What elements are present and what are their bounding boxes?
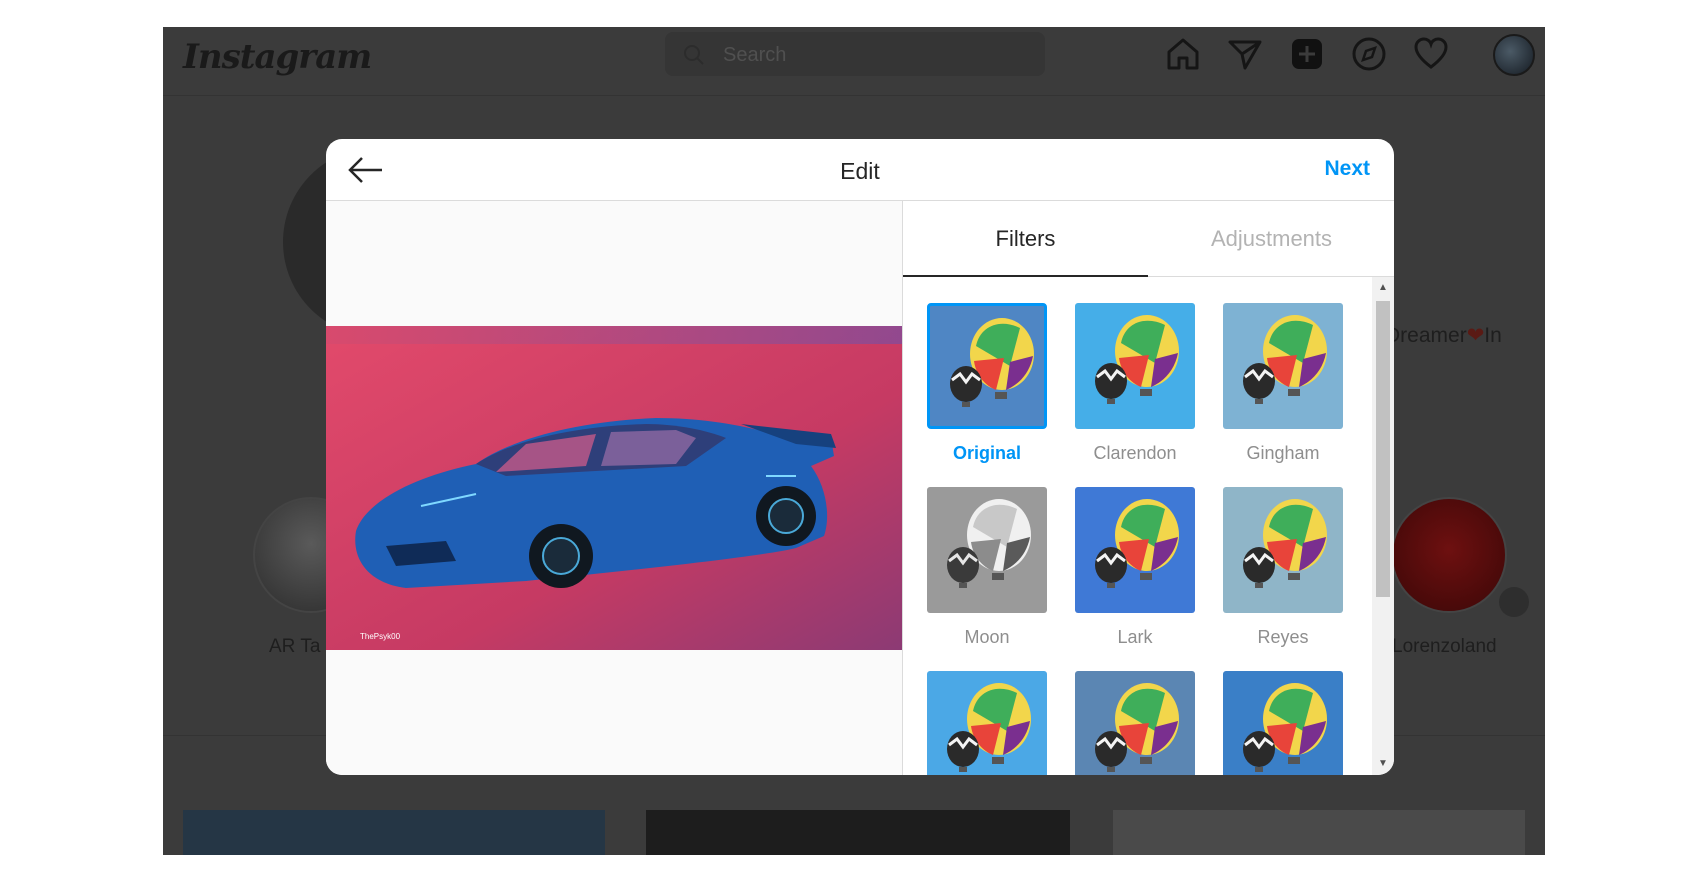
filter-preview xyxy=(1223,487,1343,613)
scroll-thumb[interactable] xyxy=(1376,301,1390,597)
tab-adjustments[interactable]: Adjustments xyxy=(1149,201,1394,277)
balloon-image xyxy=(1243,315,1327,404)
tab-filters[interactable]: Filters xyxy=(903,201,1148,277)
bio-text: Dreamer❤In xyxy=(1385,323,1502,348)
balloon-image xyxy=(1243,683,1327,772)
filter-preview xyxy=(1075,303,1195,429)
story-highlight[interactable] xyxy=(1391,497,1507,613)
next-button[interactable]: Next xyxy=(1324,157,1370,181)
new-post-icon[interactable] xyxy=(1287,34,1327,74)
post-thumbnail[interactable] xyxy=(646,810,1070,855)
filter-name: Original xyxy=(952,443,1021,463)
search-icon xyxy=(684,45,704,65)
filter-tile[interactable]: Gingham xyxy=(1223,303,1343,463)
balloon-image xyxy=(1095,315,1179,404)
filter-preview xyxy=(1223,671,1343,775)
profile-avatar[interactable] xyxy=(1493,34,1535,76)
preview-image: ThePsyk00 xyxy=(326,326,902,650)
photo-preview-area: ThePsyk00 xyxy=(326,201,902,775)
filter-name: Gingham xyxy=(1246,443,1320,463)
heart-icon[interactable] xyxy=(1411,34,1451,74)
messenger-icon[interactable] xyxy=(1225,34,1265,74)
bio-word: Dreamer xyxy=(1385,324,1467,347)
explore-icon[interactable] xyxy=(1349,34,1389,74)
edit-panel: Filters Adjustments Original Clarendon Gin… xyxy=(902,201,1394,775)
scrollbar[interactable]: ▲ ▼ xyxy=(1372,277,1394,775)
post-thumbnail[interactable] xyxy=(183,810,605,855)
filter-preview xyxy=(1223,303,1343,429)
edit-modal: Edit Next ThePsyk00 Filters Adjustments … xyxy=(326,139,1394,775)
search-box[interactable] xyxy=(665,32,1045,76)
panel-tabs: Filters Adjustments xyxy=(903,201,1394,277)
filter-tile[interactable] xyxy=(927,671,1047,775)
top-navigation-bar: Instagram xyxy=(163,27,1545,96)
scroll-down-icon[interactable]: ▼ xyxy=(1378,759,1388,769)
filter-tile[interactable] xyxy=(1223,671,1343,775)
heart-emoji-icon: ❤ xyxy=(1466,324,1485,347)
watermark-text: ThePsyk00 xyxy=(360,632,401,641)
filter-preview xyxy=(1075,671,1195,775)
filter-tile[interactable]: Reyes xyxy=(1223,487,1343,647)
balloon-image xyxy=(947,499,1031,588)
balloon-image xyxy=(950,318,1034,407)
filter-name: Moon xyxy=(964,627,1010,647)
filter-tile[interactable]: Original xyxy=(927,303,1047,463)
highlight-label: Lorenzoland xyxy=(1392,636,1497,657)
filter-grid: Original Clarendon Gingham Moon Lark Reyes xyxy=(903,277,1373,775)
filter-tile[interactable]: Moon xyxy=(927,487,1047,647)
modal-header: Edit Next xyxy=(326,139,1394,201)
highlights-next-button[interactable] xyxy=(1499,587,1529,617)
balloon-image xyxy=(1243,499,1327,588)
filter-preview xyxy=(927,487,1047,613)
filter-preview xyxy=(927,671,1047,775)
filter-name: Lark xyxy=(1117,627,1153,647)
balloon-image xyxy=(947,683,1031,772)
filter-tile[interactable]: Lark xyxy=(1075,487,1195,647)
scroll-up-icon[interactable]: ▲ xyxy=(1378,283,1388,293)
home-icon[interactable] xyxy=(1163,34,1203,74)
filter-preview xyxy=(927,303,1047,429)
balloon-image xyxy=(1095,499,1179,588)
search-input[interactable] xyxy=(721,40,1025,70)
car-photo xyxy=(326,326,902,650)
filter-name: Clarendon xyxy=(1093,443,1177,463)
post-thumbnail[interactable] xyxy=(1113,810,1525,855)
bio-suffix: In xyxy=(1484,324,1502,347)
filter-name: Reyes xyxy=(1257,627,1309,647)
modal-title: Edit xyxy=(840,158,880,184)
filter-tile[interactable]: Clarendon xyxy=(1075,303,1195,463)
filter-preview xyxy=(1075,487,1195,613)
highlight-label: AR Ta xyxy=(269,636,321,657)
instagram-logo[interactable]: Instagram xyxy=(183,37,372,77)
filter-tile[interactable] xyxy=(1075,671,1195,775)
balloon-image xyxy=(1095,683,1179,772)
